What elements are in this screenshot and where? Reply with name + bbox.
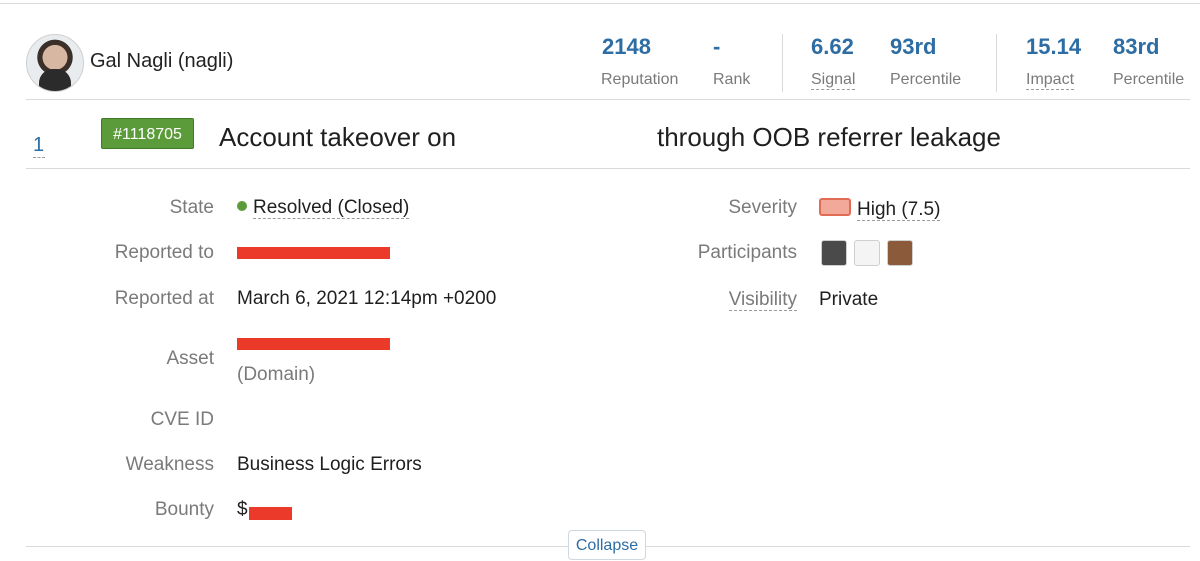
bounty-label: Bounty bbox=[154, 499, 214, 520]
rank-label: Rank bbox=[713, 71, 751, 88]
impact-percentile-label: Percentile bbox=[1113, 71, 1185, 88]
collapse-button[interactable]: Collapse bbox=[568, 530, 646, 560]
top-divider bbox=[0, 3, 1200, 4]
row-number-link[interactable]: 1 bbox=[33, 134, 45, 158]
weakness-label: Weakness bbox=[125, 454, 214, 475]
state-label: State bbox=[169, 197, 214, 218]
reported-at-value: March 6, 2021 12:14pm +0200 bbox=[237, 288, 497, 309]
asset-type: (Domain) bbox=[237, 364, 316, 385]
visibility-label[interactable]: Visibility bbox=[728, 289, 797, 311]
reported-to-label: Reported to bbox=[114, 242, 214, 263]
severity-value[interactable]: High (7.5) bbox=[819, 198, 941, 221]
stats-divider bbox=[782, 34, 783, 92]
impact-value: 15.14 bbox=[1026, 34, 1082, 59]
reputation-label: Reputation bbox=[601, 71, 679, 88]
profile-username[interactable]: Gal Nagli (nagli) bbox=[90, 50, 233, 73]
impact-label[interactable]: Impact bbox=[1026, 71, 1075, 90]
severity-text: High (7.5) bbox=[857, 199, 941, 221]
asset-label: Asset bbox=[166, 348, 214, 369]
visibility-label-wrap: Visibility bbox=[597, 289, 797, 311]
state-status-dot bbox=[237, 201, 247, 211]
report-title-part2: through OOB referrer leakage bbox=[657, 122, 1001, 152]
bounty-redaction bbox=[249, 507, 292, 520]
asset-redaction bbox=[237, 338, 390, 350]
state-value[interactable]: Resolved (Closed) bbox=[237, 197, 410, 219]
state-text: Resolved (Closed) bbox=[253, 197, 410, 219]
rank-value: - bbox=[713, 34, 721, 59]
reputation-value: 2148 bbox=[602, 34, 651, 59]
signal-value: 6.62 bbox=[811, 34, 854, 59]
weakness-value: Business Logic Errors bbox=[237, 454, 422, 475]
profile-avatar[interactable] bbox=[26, 34, 84, 92]
stats-divider bbox=[996, 34, 997, 92]
title-divider bbox=[26, 168, 1190, 169]
participant-avatar[interactable] bbox=[887, 240, 913, 266]
severity-bar-icon bbox=[819, 198, 851, 216]
bounty-prefix: $ bbox=[237, 499, 248, 520]
report-title-part1: Account takeover on bbox=[219, 122, 457, 152]
reported-at-label: Reported at bbox=[114, 288, 214, 309]
report-id-badge[interactable]: #1118705 bbox=[101, 118, 194, 149]
header-divider bbox=[26, 99, 1190, 100]
visibility-value: Private bbox=[819, 289, 879, 310]
cve-id-label: CVE ID bbox=[150, 409, 214, 430]
signal-label[interactable]: Signal bbox=[811, 71, 856, 90]
severity-label: Severity bbox=[728, 197, 797, 218]
participant-avatar[interactable] bbox=[854, 240, 880, 266]
participants-label: Participants bbox=[697, 242, 797, 263]
impact-percentile-value: 83rd bbox=[1113, 34, 1160, 59]
participant-avatar[interactable] bbox=[821, 240, 847, 266]
reported-to-redaction bbox=[237, 247, 390, 259]
signal-percentile-value: 93rd bbox=[890, 34, 937, 59]
signal-percentile-label: Percentile bbox=[890, 71, 962, 88]
